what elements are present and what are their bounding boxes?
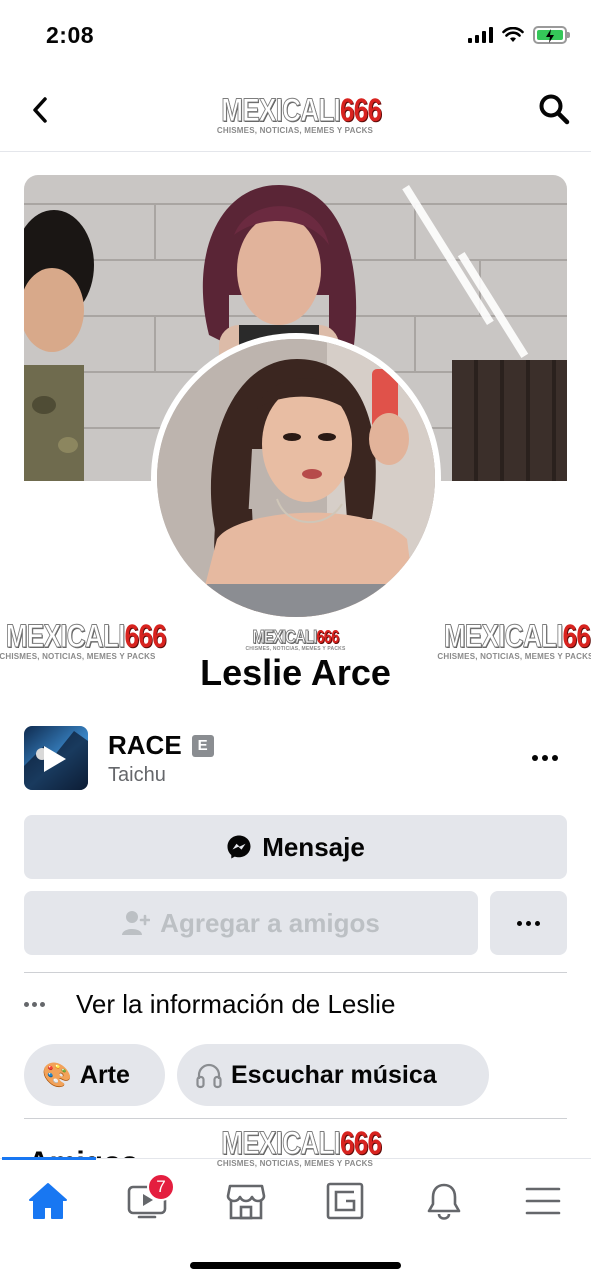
- play-icon: [44, 746, 66, 772]
- watermark-logo-header: MEXICALI666 CHISMES, NOTICIAS, MEMES Y P…: [216, 92, 382, 135]
- see-info-label: Ver la información de Leslie: [76, 988, 396, 1019]
- watermark-logo-center: MEXICALI666 CHISMES, NOTICIAS, MEMES Y P…: [245, 627, 346, 652]
- profile-avatar[interactable]: [151, 333, 441, 623]
- top-header: MEXICALI666 CHISMES, NOTICIAS, MEMES Y P…: [0, 70, 591, 152]
- tab-notifications[interactable]: [414, 1173, 474, 1229]
- interest-chip-arte[interactable]: 🎨 Arte: [24, 1044, 165, 1106]
- cover-person-boy: [24, 210, 94, 481]
- video-notification-badge: 7: [147, 1173, 175, 1201]
- interest-label: Escuchar música: [231, 1060, 437, 1089]
- palette-icon: 🎨: [42, 1061, 72, 1089]
- watermark-logo-bottom: MEXICALI666 CHISMES, NOTICIAS, MEMES Y P…: [216, 1125, 382, 1168]
- tab-marketplace[interactable]: [216, 1173, 276, 1229]
- see-info-row[interactable]: Ver la información de Leslie: [24, 982, 567, 1026]
- profile-music[interactable]: RACE E Taichu: [24, 726, 567, 792]
- tab-menu[interactable]: [513, 1173, 573, 1229]
- message-button[interactable]: Mensaje: [24, 815, 567, 879]
- home-icon: [29, 1183, 67, 1219]
- status-time: 2:08: [46, 22, 95, 48]
- cover-fence: [452, 360, 567, 481]
- tab-home[interactable]: [18, 1173, 78, 1229]
- music-more-button[interactable]: [527, 744, 563, 772]
- bell-icon: [427, 1183, 461, 1220]
- battery-icon: [533, 26, 570, 44]
- divider: [24, 972, 567, 973]
- status-icons: [468, 26, 570, 44]
- home-indicator[interactable]: [190, 1262, 401, 1269]
- message-button-label: Mensaje: [262, 831, 365, 862]
- song-artist: Taichu: [108, 764, 166, 786]
- profile-name: Leslie Arce: [200, 652, 391, 693]
- tab-gaming[interactable]: [315, 1173, 375, 1229]
- headphones-icon: [196, 1063, 222, 1089]
- cellular-signal-icon: [468, 27, 493, 43]
- more-dots-icon: [24, 1001, 58, 1007]
- search-button[interactable]: [535, 90, 573, 128]
- active-tab-indicator: [2, 1157, 96, 1160]
- messenger-icon: [227, 835, 251, 859]
- interest-label: Arte: [79, 1060, 130, 1089]
- add-friend-button[interactable]: Agregar a amigos: [24, 891, 478, 955]
- song-title: RACE E: [108, 730, 214, 761]
- back-button[interactable]: [22, 92, 58, 128]
- add-friend-icon: [122, 911, 151, 935]
- add-friend-label: Agregar a amigos: [160, 907, 380, 938]
- more-actions-button[interactable]: [490, 891, 567, 955]
- explicit-badge: E: [191, 734, 214, 757]
- status-bar: 2:08: [0, 0, 591, 70]
- album-art[interactable]: [24, 726, 88, 790]
- avatar-photo: [157, 339, 435, 617]
- menu-icon: [525, 1187, 561, 1215]
- gaming-icon: [326, 1182, 364, 1220]
- chevron-left-icon: [33, 97, 47, 123]
- divider: [24, 1118, 567, 1119]
- marketplace-icon: [226, 1184, 266, 1220]
- tab-video[interactable]: 7: [117, 1173, 177, 1229]
- search-icon: [539, 94, 570, 125]
- wifi-icon: [502, 27, 524, 42]
- interest-chip-musica[interactable]: Escuchar música: [177, 1044, 489, 1106]
